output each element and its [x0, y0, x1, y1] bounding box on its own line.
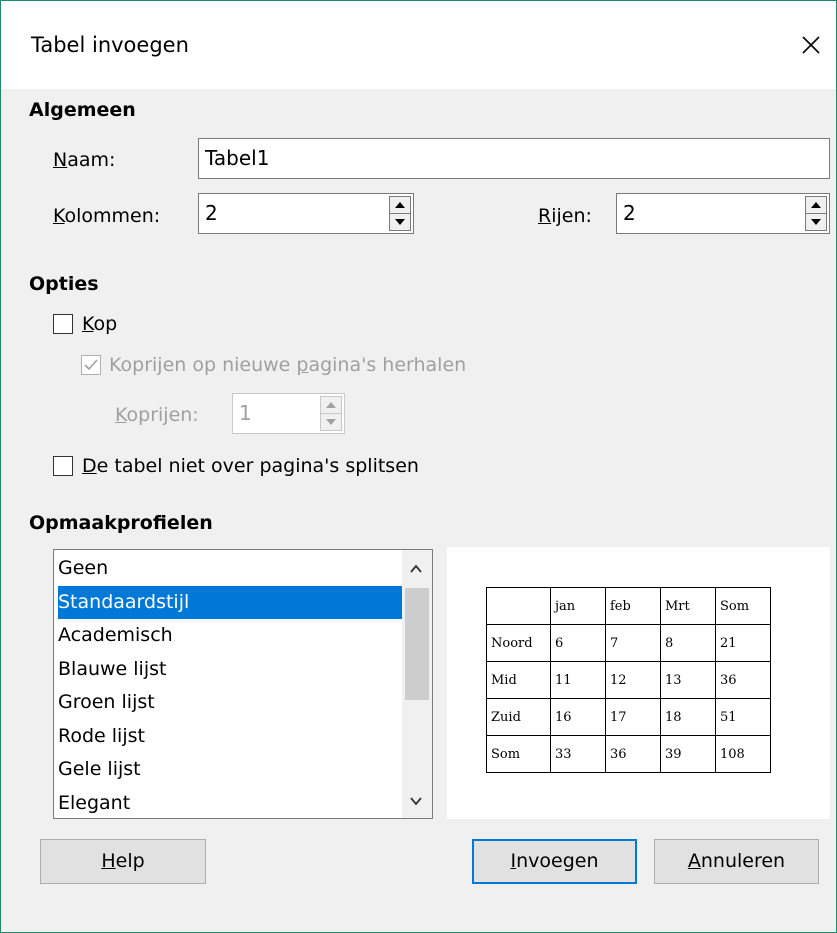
table-cell: 36 — [605, 735, 661, 773]
kolommen-decrement-button[interactable] — [390, 214, 410, 231]
table-cell: Mid — [486, 661, 551, 699]
table-cell: 33 — [550, 735, 606, 773]
table-cell: 39 — [660, 735, 716, 773]
koprijen-herhalen-checkbox[interactable] — [81, 355, 101, 375]
invoegen-button[interactable]: Invoegen — [472, 839, 637, 884]
koprijen-increment-button[interactable] — [321, 397, 341, 414]
insert-table-dialog: Tabel invoegen Algemeen Naam: Tabel1 Kol… — [0, 0, 837, 933]
table-cell: 12 — [605, 661, 661, 699]
checkmark-icon — [84, 359, 98, 371]
list-item[interactable]: Rode lijst — [58, 720, 402, 753]
style-preview: jan feb Mrt Som Noord 6 7 8 21 Mid 11 12 13 36 Zuid 16 1… — [447, 547, 830, 819]
scroll-down-icon[interactable] — [409, 794, 423, 808]
niet-splitsen-checkbox[interactable] — [53, 456, 73, 476]
kolommen-increment-button[interactable] — [390, 197, 410, 214]
table-cell: 11 — [550, 661, 606, 699]
rijen-label: Rijen: — [538, 205, 592, 227]
table-cell: Som — [486, 735, 551, 773]
koprijen-label: Koprijen: — [115, 404, 199, 426]
table-cell: Noord — [486, 624, 551, 662]
table-row: jan feb Mrt Som — [486, 587, 771, 625]
arrow-up-icon — [811, 201, 821, 208]
style-listbox[interactable]: Geen Standaardstijl Academisch Blauwe lijst… — [53, 549, 433, 819]
table-cell: 17 — [605, 698, 661, 736]
table-row: Mid 11 12 13 36 — [486, 661, 771, 699]
table-row: Som 33 36 39 108 — [486, 735, 771, 773]
list-item[interactable]: Academisch — [58, 619, 402, 652]
table-cell: 16 — [550, 698, 606, 736]
table-cell: 18 — [660, 698, 716, 736]
table-cell: 7 — [605, 624, 661, 662]
scrollbar-thumb[interactable] — [405, 588, 429, 700]
table-cell: 6 — [550, 624, 606, 662]
naam-value: Tabel1 — [205, 146, 270, 170]
table-cell: 108 — [715, 735, 771, 773]
list-item[interactable]: Groen lijst — [58, 686, 402, 719]
kolommen-label: Kolommen: — [53, 205, 161, 227]
section-opmaakprofielen-heading: Opmaakprofielen — [29, 512, 213, 534]
kop-checkbox[interactable] — [53, 314, 73, 334]
arrow-up-icon — [395, 201, 405, 208]
section-algemeen-heading: Algemeen — [29, 99, 136, 121]
naam-input[interactable]: Tabel1 — [198, 138, 830, 179]
table-cell: 21 — [715, 624, 771, 662]
rijen-increment-button[interactable] — [806, 197, 826, 214]
koprijen-value: 1 — [239, 401, 252, 425]
kop-label[interactable]: Kop — [82, 313, 117, 335]
table-cell — [486, 587, 551, 625]
listbox-scrollbar[interactable] — [402, 550, 432, 818]
title-bar: Tabel invoegen — [1, 1, 836, 89]
koprijen-herhalen-label[interactable]: Koprijen op nieuwe pagina's herhalen — [109, 354, 466, 376]
annuleren-button[interactable]: Annuleren — [654, 839, 819, 884]
koprijen-spinbox[interactable]: 1 — [232, 393, 345, 434]
preview-table: jan feb Mrt Som Noord 6 7 8 21 Mid 11 12 13 36 Zuid 16 1… — [486, 587, 771, 773]
scroll-up-icon[interactable] — [409, 562, 423, 576]
table-cell: feb — [605, 587, 661, 625]
list-item[interactable]: Blauwe lijst — [58, 653, 402, 686]
list-item[interactable]: Standaardstijl — [58, 585, 402, 619]
close-icon[interactable] — [797, 31, 825, 59]
kolommen-spinbox[interactable]: 2 — [198, 193, 414, 234]
table-cell: 51 — [715, 698, 771, 736]
table-cell: Som — [715, 587, 771, 625]
help-button[interactable]: Help — [40, 839, 206, 884]
table-cell: 36 — [715, 661, 771, 699]
list-item[interactable]: Elegant — [58, 787, 402, 819]
rijen-spinbox[interactable]: 2 — [616, 193, 830, 234]
table-cell: Zuid — [486, 698, 551, 736]
list-item[interactable]: Geen — [58, 552, 402, 585]
naam-label: Naam: — [53, 149, 116, 171]
list-item[interactable]: Gele lijst — [58, 753, 402, 786]
table-cell: jan — [550, 587, 606, 625]
rijen-decrement-button[interactable] — [806, 214, 826, 231]
table-row: Zuid 16 17 18 51 — [486, 698, 771, 736]
arrow-down-icon — [811, 218, 821, 225]
arrow-down-icon — [326, 418, 336, 425]
table-cell: 8 — [660, 624, 716, 662]
arrow-up-icon — [326, 401, 336, 408]
arrow-down-icon — [395, 218, 405, 225]
table-cell: Mrt — [660, 587, 716, 625]
rijen-value: 2 — [623, 201, 636, 225]
table-cell: 13 — [660, 661, 716, 699]
niet-splitsen-label[interactable]: De tabel niet over pagina's splitsen — [82, 455, 419, 477]
kolommen-value: 2 — [205, 201, 218, 225]
koprijen-decrement-button[interactable] — [321, 414, 341, 431]
section-opties-heading: Opties — [29, 273, 99, 295]
table-row: Noord 6 7 8 21 — [486, 624, 771, 662]
dialog-title: Tabel invoegen — [31, 33, 189, 57]
